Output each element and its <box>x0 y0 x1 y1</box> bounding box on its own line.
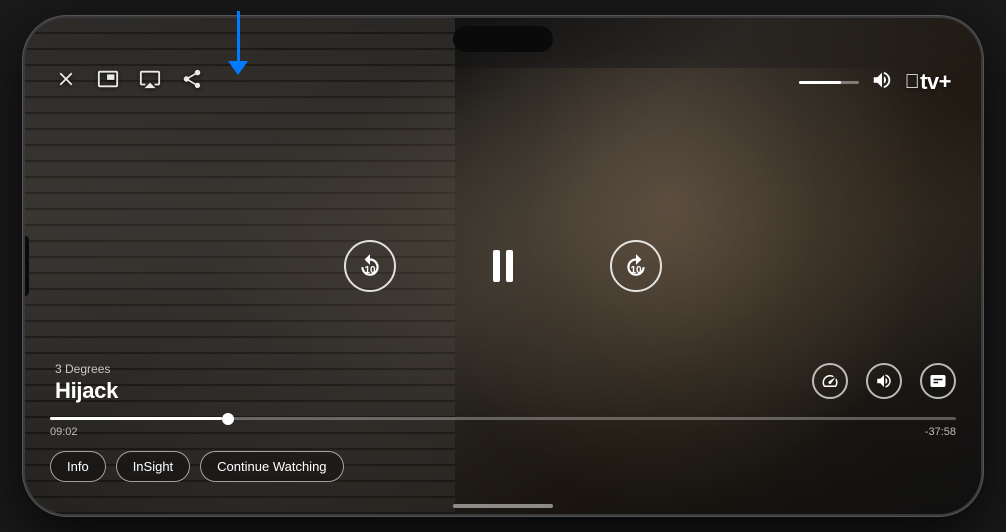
rewind-seconds: 10 <box>364 265 375 276</box>
progress-area: 09:02 -37:58 <box>25 417 981 438</box>
share-button[interactable] <box>181 68 203 96</box>
forward-button[interactable]: 10 <box>610 240 662 292</box>
speed-icon <box>821 372 839 390</box>
progress-thumb[interactable] <box>222 413 234 425</box>
title-area: 3 Degrees Hijack <box>55 362 118 404</box>
phone-frame:  tv+ 10 <box>23 16 983 516</box>
bottom-pills: Info InSight Continue Watching <box>50 451 344 482</box>
top-right-controls:  tv+ <box>799 69 951 96</box>
progress-track[interactable] <box>50 417 956 420</box>
dynamic-island <box>453 26 553 52</box>
forward-seconds: 10 <box>630 265 641 276</box>
pip-button[interactable] <box>97 68 119 96</box>
airplay-button[interactable] <box>139 68 161 96</box>
time-labels: 09:02 -37:58 <box>50 426 956 438</box>
pause-icon <box>493 250 513 282</box>
rewind-button[interactable]: 10 <box>344 240 396 292</box>
continue-watching-pill[interactable]: Continue Watching <box>200 451 343 482</box>
episode-label: 3 Degrees <box>55 362 118 376</box>
pause-button[interactable] <box>476 239 530 293</box>
subtitles-button[interactable] <box>920 363 956 399</box>
pause-bar-left <box>493 250 500 282</box>
subtitles-icon <box>929 372 947 390</box>
airplay-icon <box>139 68 161 90</box>
apple-tv-logo:  tv+ <box>905 69 951 95</box>
remaining-time: -37:58 <box>925 426 956 438</box>
close-button[interactable] <box>55 68 77 96</box>
phone-wrapper:  tv+ 10 <box>13 11 993 521</box>
audio-button[interactable] <box>866 363 902 399</box>
arrow-head <box>228 61 248 75</box>
speaker-icon <box>871 69 893 91</box>
camera-notch <box>23 236 29 296</box>
volume-fill <box>799 81 841 84</box>
top-left-controls <box>55 68 203 96</box>
apple-icon:  <box>905 71 920 94</box>
top-controls:  tv+ <box>25 68 981 96</box>
close-icon <box>55 68 77 90</box>
arrow-indicator <box>223 11 253 75</box>
info-pill[interactable]: Info <box>50 451 106 482</box>
show-title: Hijack <box>55 378 118 404</box>
home-indicator <box>453 504 553 508</box>
playback-controls: 10 10 <box>344 239 662 293</box>
progress-fill <box>50 417 222 420</box>
volume-icon <box>871 69 893 96</box>
tv-plus-text: tv+ <box>920 69 951 95</box>
speed-button[interactable] <box>812 363 848 399</box>
arrow-shaft <box>237 11 240 61</box>
pip-icon <box>97 68 119 90</box>
volume-bar <box>799 81 859 84</box>
audio-icon <box>875 372 893 390</box>
current-time: 09:02 <box>50 426 78 438</box>
share-icon <box>181 68 203 90</box>
insight-pill[interactable]: InSight <box>116 451 190 482</box>
pause-bar-right <box>506 250 513 282</box>
right-controls <box>812 363 956 399</box>
